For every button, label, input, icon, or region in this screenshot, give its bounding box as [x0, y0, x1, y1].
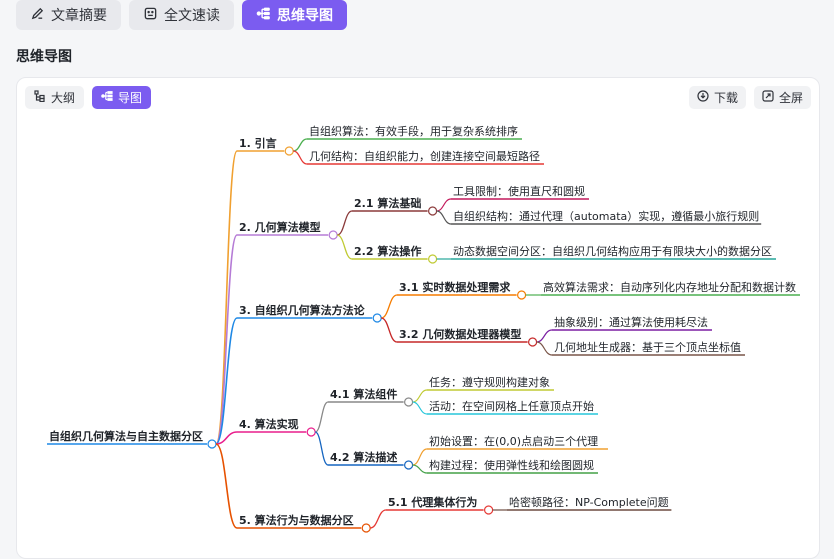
mindmap-node-1-1[interactable]: 自组织算法：有效手段，用于复杂系统排序 [307, 124, 522, 140]
mindmap-node-2-1[interactable]: 2.1 算法基础 [352, 196, 438, 216]
mindmap-branch-2-collapse-dot[interactable] [328, 230, 338, 240]
mindmap-node-3-2-label: 3.2 几何数据处理器模型 [399, 327, 521, 341]
reader-icon [143, 6, 158, 25]
mindmap-branch-5[interactable]: 5. 算法行为与数据分区 [237, 513, 371, 533]
mindmap-node-4-2-collapse-dot[interactable] [404, 460, 414, 470]
mindmap-leaf-5-1-1[interactable]: 哈密顿路径：NP-Complete问题 [507, 495, 672, 511]
mindmap-node-4-1[interactable]: 4.1 算法组件 [328, 387, 414, 407]
mindmap-node-4-1-label: 4.1 算法组件 [330, 387, 397, 401]
mindmap-leaf-4-2-2-label: 构建过程：使用弹性线和绘图圆规 [429, 458, 594, 472]
mindmap-node-5-1[interactable]: 5.1 代理集体行为 [386, 495, 494, 515]
mindmap-node-3-2-collapse-dot[interactable] [527, 337, 538, 347]
mindmap-leaf-2-1-1-label: 工具限制：使用直尺和圆规 [453, 184, 585, 198]
mindmap-node-2-1-collapse-dot[interactable] [428, 206, 438, 216]
mindmap-branch-5-collapse-dot[interactable] [361, 523, 371, 533]
mindmap-node-3-2[interactable]: 3.2 几何数据处理器模型 [397, 327, 538, 347]
mindmap-leaf-3-1-1[interactable]: 高效算法需求：自动序列化内存地址分配和数据计数 [541, 280, 800, 296]
mindmap-node-5-1-label: 5.1 代理集体行为 [388, 495, 477, 509]
mindmap-node-4-2-label: 4.2 算法描述 [330, 450, 397, 464]
pen-icon [30, 6, 45, 25]
mindmap-branch-4[interactable]: 4. 算法实现 [237, 417, 316, 437]
mindmap-branch-3-label: 3. 自组织几何算法方法论 [239, 303, 366, 317]
mindmap-panel: 大纲 导图 下载 全屏 自组织几何算法与自主数据分区 1. 引言 自组织算法：有效手… [16, 77, 820, 559]
mindmap-node-2-1-label: 2.1 算法基础 [354, 196, 421, 210]
mindmap-node-1-2[interactable]: 几何结构：自组织能力，创建连接空间最短路径 [307, 149, 544, 165]
mindmap-branch-3-collapse-dot[interactable] [372, 313, 382, 323]
mindmap-leaf-4-2-2[interactable]: 构建过程：使用弹性线和绘图圆规 [427, 458, 598, 474]
mindmap-node-4-1-collapse-dot[interactable] [404, 397, 414, 407]
mindmap-node-2-2-label: 2.2 算法操作 [354, 244, 421, 258]
tab-label: 文章摘要 [51, 8, 107, 24]
section-title: 思维导图 [16, 49, 72, 65]
mindmap-node-3-1-label: 3.1 实时数据处理需求 [399, 280, 511, 294]
mindmap-node-2-2[interactable]: 2.2 算法操作 [352, 244, 438, 264]
mindmap-node-5-1-collapse-dot[interactable] [484, 505, 494, 515]
mindmap-node-1-1-label: 自组织算法：有效手段，用于复杂系统排序 [309, 124, 518, 138]
summary-tabs: 文章摘要 全文速读 思维导图 [16, 0, 347, 30]
mindmap-node-1-2-label: 几何结构：自组织能力，创建连接空间最短路径 [309, 149, 540, 163]
mindmap-leaf-2-1-1[interactable]: 工具限制：使用直尺和圆规 [451, 184, 589, 200]
mindmap-leaf-2-1-2[interactable]: 自组织结构：通过代理（automata）实现，遵循最小旅行规则 [451, 209, 762, 225]
mindmap-canvas[interactable]: 自组织几何算法与自主数据分区 1. 引言 自组织算法：有效手段，用于复杂系统排序几何… [17, 78, 819, 558]
mindmap-leaf-3-2-1[interactable]: 抽象级别：通过算法使用耗尽法 [552, 315, 712, 331]
mindmap-leaf-4-2-1[interactable]: 初始设置：在(0,0)点启动三个代理 [427, 434, 608, 450]
mindmap-leaf-4-1-2-label: 活动：在空间网格上任意顶点开始 [429, 399, 594, 413]
mindmap-branch-1-collapse-dot[interactable] [284, 146, 294, 156]
mindmap-root-label: 自组织几何算法与自主数据分区 [49, 429, 203, 443]
mindmap-leaf-5-1-1-label: 哈密顿路径：NP-Complete问题 [509, 495, 669, 509]
mindmap-icon [256, 6, 271, 25]
mindmap-leaf-2-2-1[interactable]: 动态数据空间分区：自组织几何结构应用于有限块大小的数据分区 [451, 244, 776, 260]
mindmap-branch-2[interactable]: 2. 几何算法模型 [237, 220, 338, 240]
mindmap-leaf-4-1-2[interactable]: 活动：在空间网格上任意顶点开始 [427, 399, 598, 415]
tab-mindmap[interactable]: 思维导图 [242, 0, 347, 30]
mindmap-root-collapse-dot[interactable] [207, 439, 217, 449]
mindmap-root[interactable]: 自组织几何算法与自主数据分区 [47, 429, 217, 449]
mindmap-leaf-2-1-2-label: 自组织结构：通过代理（automata）实现，遵循最小旅行规则 [453, 209, 759, 223]
mindmap-branch-3[interactable]: 3. 自组织几何算法方法论 [237, 303, 382, 323]
mindmap-leaf-3-1-1-label: 高效算法需求：自动序列化内存地址分配和数据计数 [543, 280, 796, 294]
mindmap-node-4-2[interactable]: 4.2 算法描述 [328, 450, 414, 470]
mindmap-node-3-1[interactable]: 3.1 实时数据处理需求 [397, 280, 527, 300]
mindmap-leaf-3-2-2-label: 几何地址生成器：基于三个顶点坐标值 [554, 340, 741, 354]
mindmap-node-3-1-collapse-dot[interactable] [517, 290, 527, 300]
mindmap-branch-4-label: 4. 算法实现 [239, 417, 299, 431]
tab-label: 全文速读 [164, 8, 220, 24]
mindmap-node-2-2-collapse-dot[interactable] [428, 254, 438, 264]
mindmap-branch-1-label: 1. 引言 [239, 136, 277, 150]
tab-full-text-reading[interactable]: 全文速读 [129, 0, 234, 30]
mindmap-branch-2-label: 2. 几何算法模型 [239, 220, 321, 234]
mindmap-leaf-4-1-1[interactable]: 任务：遵守规则构建对象 [427, 375, 554, 391]
mindmap-leaf-4-1-1-label: 任务：遵守规则构建对象 [429, 375, 550, 389]
mindmap-leaf-4-2-1-label: 初始设置：在(0,0)点启动三个代理 [429, 434, 598, 448]
mindmap-leaf-3-2-1-label: 抽象级别：通过算法使用耗尽法 [554, 315, 708, 329]
mindmap-branch-1[interactable]: 1. 引言 [237, 136, 294, 156]
mindmap-branch-5-label: 5. 算法行为与数据分区 [239, 513, 354, 527]
mindmap-branch-4-collapse-dot[interactable] [306, 427, 316, 437]
tab-article-summary[interactable]: 文章摘要 [16, 0, 121, 30]
tab-label: 思维导图 [277, 8, 333, 24]
mindmap-leaf-2-2-1-label: 动态数据空间分区：自组织几何结构应用于有限块大小的数据分区 [453, 244, 772, 258]
mindmap-leaf-3-2-2[interactable]: 几何地址生成器：基于三个顶点坐标值 [552, 340, 745, 356]
